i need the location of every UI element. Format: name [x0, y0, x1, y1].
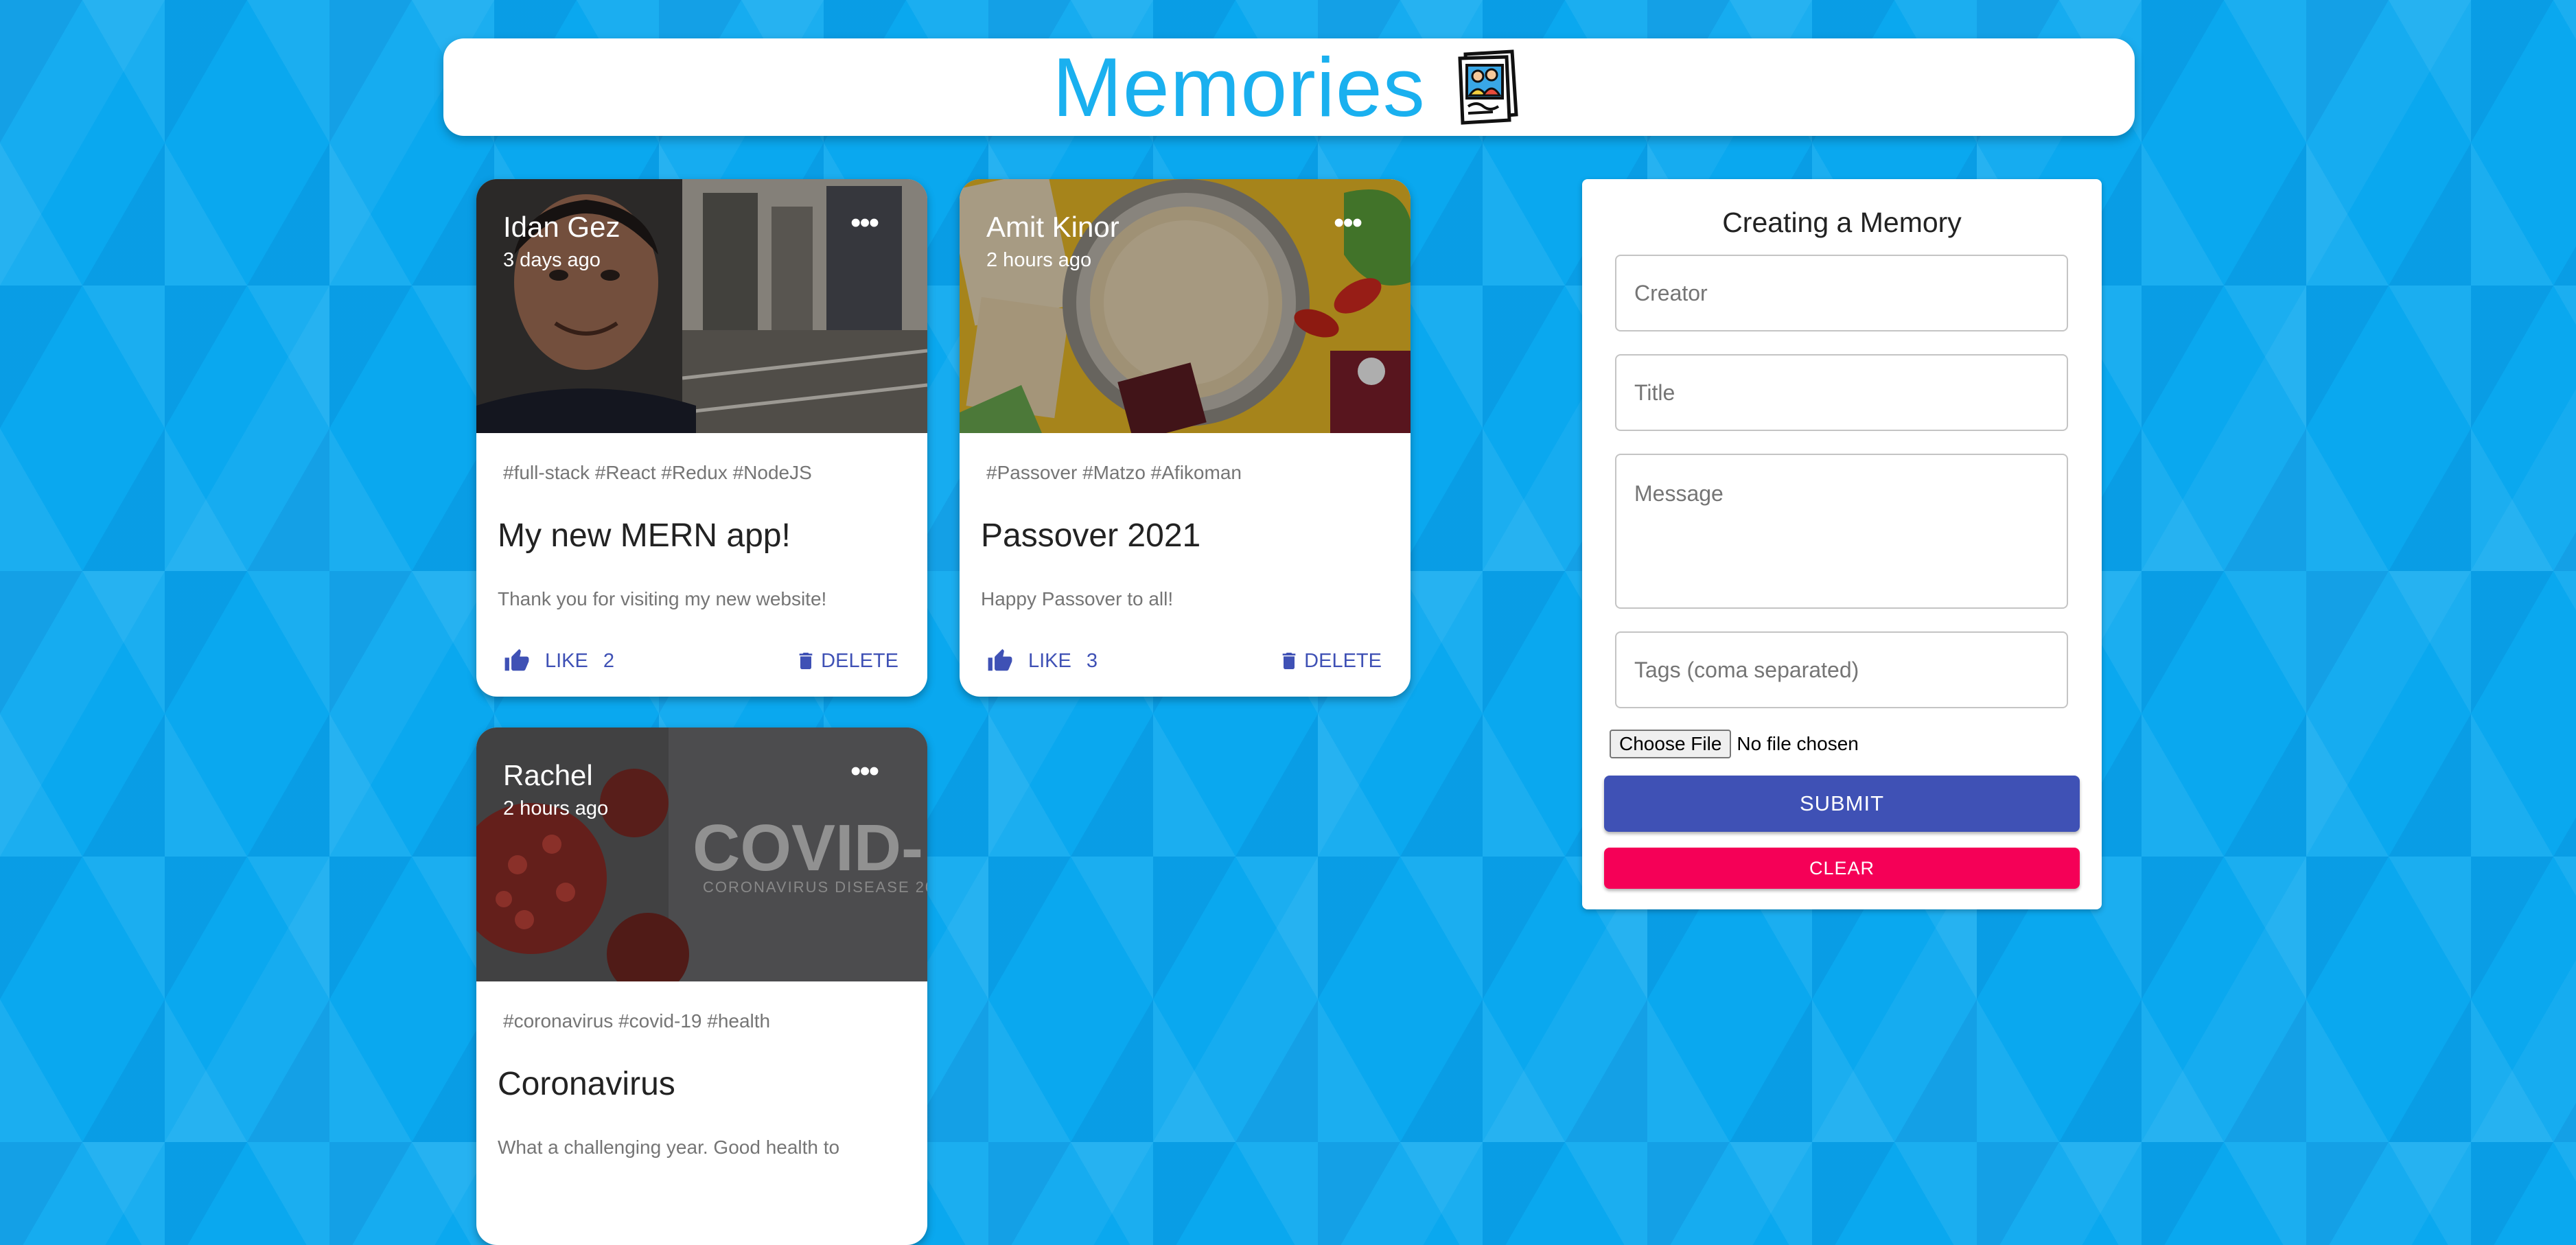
post-creator: Rachel	[503, 759, 593, 791]
title-input[interactable]	[1615, 354, 2068, 431]
thumb-up-icon	[988, 649, 1012, 671]
more-horiz-icon[interactable]: •••	[850, 756, 879, 787]
post-message: What a challenging year. Good health to	[498, 1137, 840, 1158]
delete-button[interactable]: DELETE	[795, 640, 898, 682]
delete-icon	[1282, 653, 1296, 669]
like-count: 2	[603, 649, 615, 672]
create-memory-form: Creating a Memory Choose File No file ch…	[1582, 179, 2102, 909]
post-message: Thank you for visiting my new website!	[498, 588, 827, 609]
like-count: 3	[1086, 649, 1098, 672]
choose-file-button[interactable]: Choose File	[1610, 730, 1732, 758]
memory-card: Idan Gez 3 days ago ••• #full-stack #Rea…	[476, 179, 927, 697]
memories-photo-icon	[1458, 49, 1518, 125]
post-tags: #full-stack #React #Redux #NodeJS	[503, 462, 812, 483]
memory-card: Amit Kinor 2 hours ago ••• #Passover #Ma…	[960, 179, 1411, 697]
creator-input[interactable]	[1615, 255, 2068, 331]
post-title: Passover 2021	[981, 517, 1201, 554]
clear-button[interactable]: CLEAR	[1604, 848, 2080, 889]
media-covid-subtext: CORONAVIRUS DISEASE 20	[703, 879, 927, 896]
post-title: My new MERN app!	[498, 517, 791, 554]
file-upload: Choose File No file chosen	[1610, 730, 1859, 758]
like-button[interactable]: LIKE 2	[504, 640, 614, 682]
app-bar: Memories	[443, 38, 2135, 136]
post-title: Coronavirus	[498, 1066, 675, 1102]
more-horiz-icon[interactable]: •••	[1334, 208, 1362, 238]
app-title: Memories	[1052, 40, 1426, 134]
post-creator: Idan Gez	[503, 211, 620, 243]
form-heading: Creating a Memory	[1722, 207, 1962, 238]
post-tags: #coronavirus #covid-19 #health	[503, 1010, 771, 1032]
post-message: Happy Passover to all!	[981, 588, 1174, 609]
media-covid-text: COVID-1	[693, 811, 927, 885]
more-horiz-icon[interactable]: •••	[850, 208, 879, 238]
like-button[interactable]: LIKE 3	[987, 640, 1098, 682]
tags-input[interactable]	[1615, 631, 2068, 708]
card-actions: LIKE 3 DELETE	[960, 640, 1411, 682]
delete-label: DELETE	[821, 649, 898, 672]
post-time: 2 hours ago	[986, 249, 1092, 271]
delete-icon	[799, 653, 813, 669]
like-label: LIKE	[545, 649, 588, 672]
thumb-up-icon	[504, 649, 529, 671]
card-actions: LIKE 2 DELETE	[476, 640, 927, 682]
like-label: LIKE	[1028, 649, 1071, 672]
submit-button[interactable]: SUBMIT	[1604, 776, 2080, 832]
message-input[interactable]	[1615, 454, 2068, 609]
post-creator: Amit Kinor	[986, 211, 1119, 243]
post-tags: #Passover #Matzo #Afikoman	[986, 462, 1242, 483]
file-status: No file chosen	[1737, 733, 1859, 754]
post-time: 3 days ago	[503, 249, 601, 271]
delete-label: DELETE	[1304, 649, 1382, 672]
post-time: 2 hours ago	[503, 798, 609, 819]
delete-button[interactable]: DELETE	[1278, 640, 1382, 682]
